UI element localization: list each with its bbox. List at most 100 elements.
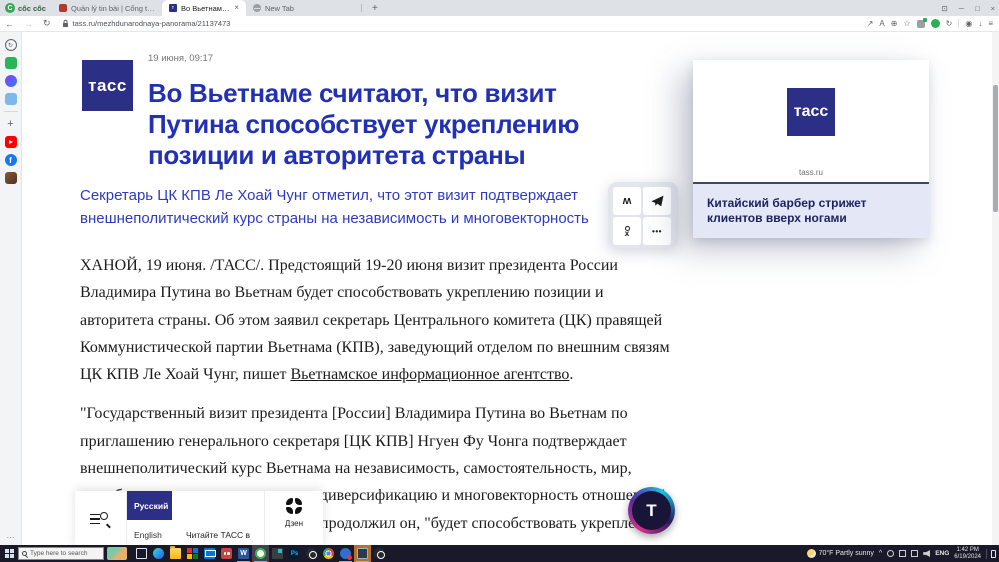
lang-english[interactable]: English [127,520,172,545]
word-app-button[interactable]: W [235,545,252,562]
ad-headline[interactable]: Китайский барбер стрижет клиентов вверх … [693,184,929,238]
address-bar[interactable]: tass.ru/mezhdunarodnaya-panorama/2113747… [62,19,231,28]
screen: C cốc cốc Quản lý tin bài | Cổng tin tức… [0,0,999,562]
forward-button[interactable]: → [19,19,38,29]
add-shortcut-button[interactable]: + [5,118,17,130]
telegram-icon [651,195,664,207]
input-language-button[interactable]: ENG [935,550,949,557]
coccoc-taskbar-button[interactable] [252,545,269,562]
ad-overlay-card[interactable]: тасс tass.ru Китайский барбер стрижет кл… [693,60,929,238]
profile-avatar-icon[interactable]: ◉ [965,19,972,28]
weather-text: 70°F Partly sunny [819,550,874,557]
share-telegram-button[interactable] [643,187,671,215]
pip-icon[interactable]: ⊡ [941,4,947,13]
notification-app-button[interactable] [337,545,354,562]
windows-logo-icon [5,549,14,558]
downloads-icon[interactable]: ↓ [978,19,982,28]
scrollbar-thumb[interactable] [993,85,998,212]
photoshop-button[interactable]: Ps [286,545,303,562]
paragraph-1: ХАНОЙ, 19 июня. /ТАСС/. Предстоящий 19-2… [80,252,672,388]
taskbar-search[interactable]: Type here to search [18,547,104,560]
photos-app-button[interactable] [184,545,201,562]
weather-widget[interactable]: 70°F Partly sunny [807,549,874,558]
obs-icon [306,548,317,559]
ad-source: tass.ru [693,168,929,177]
minimize-button[interactable]: ─ [959,4,964,13]
badged-app-icon [340,548,351,559]
bookmark-star-icon[interactable]: ☆ [903,19,910,28]
tab-new-tab[interactable]: New Tab [246,0,301,16]
tass-logo[interactable]: тасс [82,60,133,111]
video-app-button[interactable] [269,545,286,562]
odnoklassniki-icon: x [625,226,630,237]
close-button[interactable]: × [991,4,995,13]
new-tab-button[interactable]: + [366,3,384,14]
globe-icon [253,4,261,12]
active-app-button[interactable] [354,545,371,562]
chrome-icon [323,548,334,559]
tray-app-icon[interactable] [887,550,894,557]
lang-russian-selected[interactable]: Русский [127,491,172,520]
taskbar-apps: W Ps [133,545,388,562]
sidebar-more-icon[interactable]: ⋯ [7,533,15,542]
share-vk-button[interactable]: ʍ [613,187,641,215]
coccoc-logo-icon: C [5,3,15,13]
task-view-button[interactable] [133,545,150,562]
file-explorer-button[interactable] [167,545,184,562]
chrome-button[interactable] [320,545,337,562]
reload-button[interactable]: ↻ [38,18,56,29]
youtube-icon[interactable] [5,136,17,148]
extensions-icon[interactable] [917,20,925,28]
chat-widget-button[interactable]: T [628,487,675,534]
history-icon[interactable]: ↻ [5,39,17,51]
browser-tabstrip: C cốc cốc Quản lý tin bài | Cổng tin tức… [0,0,999,16]
display-icon[interactable] [911,550,918,557]
start-button[interactable] [0,545,18,562]
search-menu-icon [90,512,112,528]
share-ok-button[interactable]: x [613,217,641,245]
messenger-icon[interactable] [5,75,17,87]
sidebar-divider [4,111,18,112]
system-tray: 70°F Partly sunny ^ ENG 1:42 PM 6/19/202… [807,547,999,561]
action-center-button[interactable] [986,549,996,559]
sync-icon[interactable]: ↻ [946,19,953,28]
maximize-button[interactable]: □ [975,4,980,13]
show-hidden-icons-button[interactable]: ^ [879,550,882,557]
mail-icon [204,548,215,559]
translate-icon[interactable]: A [879,19,884,28]
word-icon: W [238,548,249,559]
coccoc-brand: C cốc cốc [0,3,52,13]
article-date: 19 июня, 09:17 [148,53,213,64]
site-search-button[interactable] [75,491,127,545]
window-controls: ⊡ ─ □ × [941,0,995,16]
photo-shortcut-icon[interactable] [5,172,17,184]
search-icon [22,551,27,556]
browser-menu-icon[interactable]: ≡ [988,19,993,28]
volume-icon[interactable] [923,550,930,557]
send-to-device-icon[interactable]: ↗ [867,19,874,28]
action-center-icon [991,550,996,558]
facebook-icon[interactable]: f [5,154,17,166]
onedrive-icon[interactable] [899,550,906,557]
close-tab-icon[interactable]: × [234,4,239,12]
zalo-icon[interactable] [5,57,17,69]
tab-news-portal[interactable]: Quản lý tin bài | Cổng tin tức Đài [52,0,162,16]
chat-app-icon[interactable] [5,93,17,105]
dzen-link[interactable]: Дзен [265,491,323,545]
share-more-button[interactable]: ••• [643,217,671,245]
portal-favicon [59,4,67,12]
clock[interactable]: 1:42 PM 6/19/2024 [954,547,981,561]
back-button[interactable]: ← [0,19,19,29]
page-scrollbar[interactable] [992,32,999,545]
windows-taskbar: Type here to search W Ps 70°F Partly sun… [0,545,999,562]
obs-button[interactable] [303,545,320,562]
mail-app-button[interactable] [201,545,218,562]
source-link[interactable]: Вьетнамское информационное агентство [290,366,569,383]
media-app-button[interactable] [371,545,388,562]
people-app-button[interactable] [218,545,235,562]
news-widget-thumbnail[interactable] [107,547,127,560]
zoom-icon[interactable]: ⊕ [891,19,898,28]
adblock-icon[interactable] [931,19,940,28]
edge-button[interactable] [150,545,167,562]
tab-tass-article[interactable]: т Во Вьетнаме считают, что в × [162,0,246,16]
